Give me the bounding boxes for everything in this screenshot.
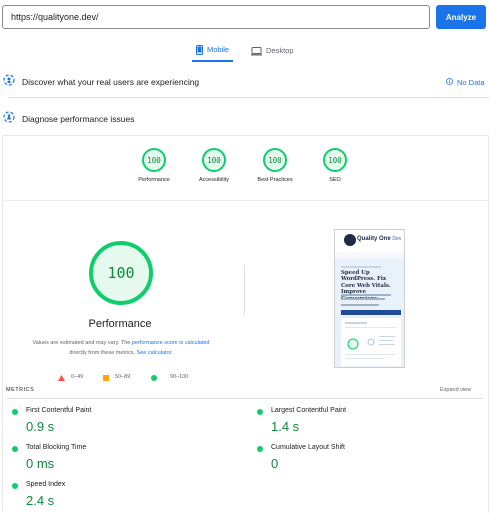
screenshot-text-line-2 <box>341 298 385 300</box>
metric-cls: Cumulative Layout Shift 0 <box>257 443 457 479</box>
pass-circle-icon <box>12 409 18 415</box>
brand-suffix: Dev <box>392 236 402 242</box>
pass-circle-icon <box>12 483 18 489</box>
seo-label: SEO <box>329 177 341 183</box>
metrics-heading: METRICS <box>6 387 35 393</box>
diagnose-title: Diagnose performance issues <box>22 114 135 124</box>
url-input[interactable]: https://qualityone.dev/ <box>2 5 430 29</box>
legend-fail: 0–49 <box>58 368 83 386</box>
vertical-divider <box>244 265 245 315</box>
lab-data-icon <box>3 110 15 128</box>
accessibility-label: Accessibility <box>199 177 229 183</box>
screenshot-tagline <box>341 266 381 268</box>
performance-main-gauge: 100 <box>88 240 154 306</box>
legend-average: 50–89 <box>103 368 130 386</box>
note-prefix: Values are estimated and may vary. The <box>32 340 132 346</box>
screenshot-nav <box>335 252 404 258</box>
screenshot-cta <box>341 310 401 315</box>
metric-tbt: Total Blocking Time 0 ms <box>12 443 212 479</box>
metric-value: 0 ms <box>26 456 55 471</box>
metric-value: 0 <box>271 456 279 471</box>
legend-average-label: 50–89 <box>115 374 131 380</box>
mobile-icon <box>196 45 203 55</box>
metric-value: 1.4 s <box>271 419 300 434</box>
metrics-divider <box>6 398 483 399</box>
note-middle: directly from these metrics. <box>69 350 137 356</box>
screenshot-text-line-3 <box>341 304 379 306</box>
screenshot-panel <box>341 318 401 366</box>
screenshot-brand: Quality One Dev <box>357 236 401 242</box>
metric-speed-index: Speed Index 2.4 s <box>12 480 212 513</box>
section-divider <box>8 97 489 98</box>
info-icon <box>446 77 453 87</box>
metric-name: Largest Contentful Paint <box>271 407 347 414</box>
real-users-title: Discover what your real users are experi… <box>22 77 200 87</box>
metric-name: Cumulative Layout Shift <box>271 444 345 451</box>
average-square-icon <box>103 368 109 386</box>
page-screenshot: Quality One Dev Speed Up WordPress. Fix … <box>334 229 405 368</box>
accessibility-score: 100 <box>207 155 221 165</box>
pass-circle-icon <box>151 368 157 386</box>
score-calculated-link[interactable]: performance score is calculated <box>132 340 210 346</box>
no-data-label: No Data <box>457 77 485 87</box>
expand-view-toggle[interactable]: Expand view <box>440 387 471 393</box>
legend-pass: 90–100 <box>151 368 188 386</box>
screenshot-text-line-1 <box>341 294 391 296</box>
metric-value: 2.4 s <box>26 493 55 508</box>
field-data-icon <box>3 73 15 91</box>
metric-name: Total Blocking Time <box>26 444 87 451</box>
tab-mobile[interactable]: Mobile <box>192 40 234 62</box>
brand-name: Quality One <box>357 236 391 242</box>
performance-title: Performance <box>88 318 152 330</box>
performance-note: Values are estimated and may vary. The p… <box>18 338 224 358</box>
seo-score: 100 <box>328 155 342 165</box>
gauges-divider <box>2 200 489 201</box>
metric-name: Speed Index <box>26 481 66 488</box>
real-users-section: Discover what your real users are experi… <box>0 70 489 94</box>
seo-gauge[interactable]: 100 <box>322 147 348 173</box>
accessibility-gauge[interactable]: 100 <box>201 147 227 173</box>
performance-score: 100 <box>147 155 161 165</box>
pass-circle-icon <box>257 409 263 415</box>
performance-gauge[interactable]: 100 <box>141 147 167 173</box>
fail-triangle-icon <box>58 368 65 386</box>
metric-fcp: First Contentful Paint 0.9 s <box>12 406 212 442</box>
analyze-button[interactable]: Analyze <box>436 5 486 29</box>
device-tabs: Mobile Desktop <box>0 40 489 64</box>
metric-lcp: Largest Contentful Paint 1.4 s <box>257 406 457 442</box>
see-calculator-link[interactable]: See calculator. <box>137 350 173 356</box>
pass-circle-icon <box>12 446 18 452</box>
desktop-icon <box>251 46 262 56</box>
performance-main-score: 100 <box>107 264 135 282</box>
metric-name: First Contentful Paint <box>26 407 92 414</box>
legend-pass-label: 90–100 <box>170 374 189 380</box>
quality-one-logo <box>344 234 356 246</box>
tab-desktop[interactable]: Desktop <box>247 40 298 62</box>
best-practices-score: 100 <box>268 155 282 165</box>
metric-value: 0.9 s <box>26 419 55 434</box>
diagnose-section: Diagnose performance issues <box>0 107 489 131</box>
no-data-status: No Data <box>446 78 485 87</box>
tab-mobile-label: Mobile <box>207 45 230 54</box>
tab-desktop-label: Desktop <box>266 46 294 55</box>
legend-fail-label: 0–49 <box>71 374 84 380</box>
pass-circle-icon <box>257 446 263 452</box>
best-practices-gauge[interactable]: 100 <box>262 147 288 173</box>
